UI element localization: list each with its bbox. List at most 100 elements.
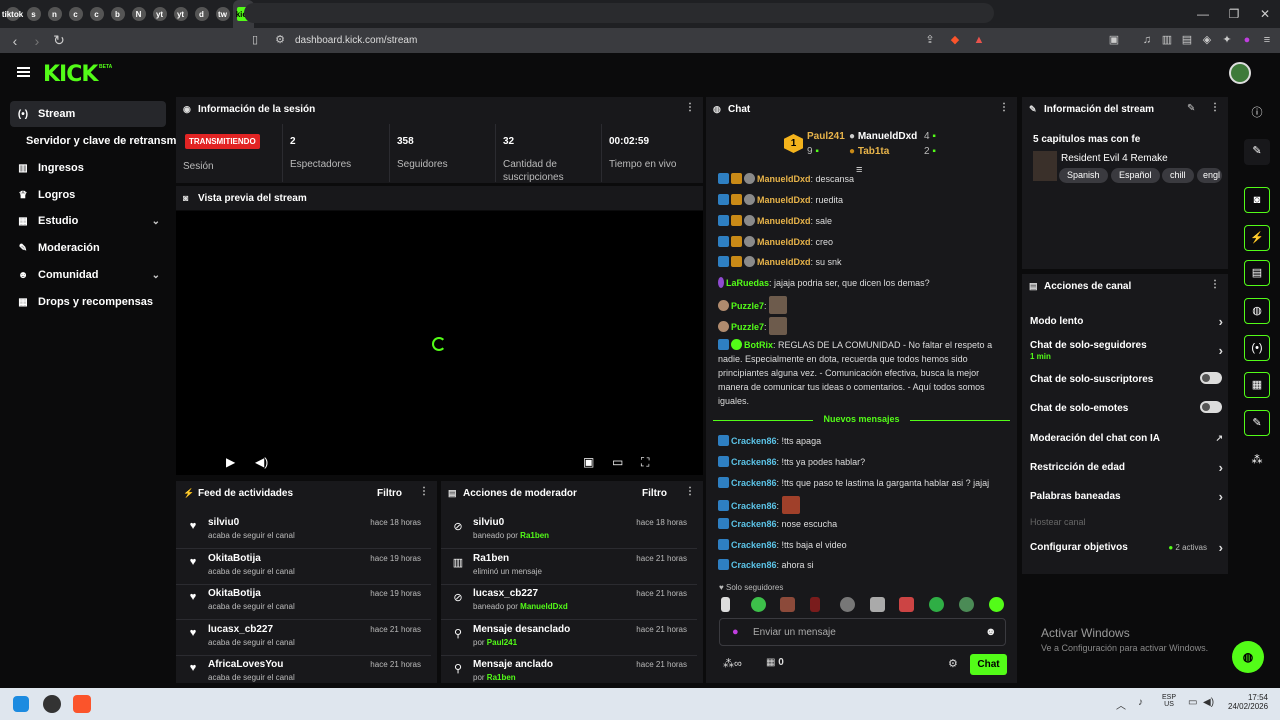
chat-message[interactable]: Puzzle7: <box>718 296 1000 314</box>
extensions-icon[interactable]: ✦ <box>1220 33 1234 47</box>
action-followers-only[interactable]: Chat de solo-seguidores › 1 min <box>1030 340 1225 361</box>
close-window-button[interactable]: ✕ <box>1250 0 1280 28</box>
pip-icon[interactable]: ▣ <box>583 455 594 469</box>
tag[interactable]: chill <box>1162 168 1194 183</box>
more-options-icon[interactable]: ⋮ <box>685 103 695 113</box>
top-chatter-name[interactable]: Paul241 <box>807 131 845 142</box>
mod-action-item[interactable]: ⚲ Mensaje anclado por Ra1ben hace 21 horas <box>441 655 697 683</box>
sidebar-item-ingresos[interactable]: ▥ Ingresos <box>10 155 166 181</box>
sidebar-toggle-icon[interactable]: ▥ <box>1160 33 1174 47</box>
mod-action-item[interactable]: ⊘ lucasx_cb227 baneado por ManueldDxd hace … <box>441 584 697 620</box>
browser-tab[interactable]: N <box>128 0 149 28</box>
maximize-button[interactable]: ❐ <box>1219 0 1249 28</box>
back-icon[interactable]: ‹ <box>4 33 26 49</box>
tray-chevron-icon[interactable]: ︿ <box>1116 697 1126 712</box>
reader-icon[interactable]: ▣ <box>1107 33 1121 47</box>
filter-button[interactable]: Filtro <box>377 488 402 499</box>
emote-icon[interactable] <box>929 597 944 612</box>
hamburger-icon[interactable] <box>17 67 30 77</box>
avatar[interactable] <box>1229 62 1251 84</box>
browser-tab[interactable]: n <box>44 0 65 28</box>
volume-tray-icon[interactable]: ◀) <box>1203 697 1214 708</box>
chat-username[interactable]: ManueldDxd <box>757 195 811 205</box>
edit-icon[interactable]: ✎ <box>1187 103 1195 114</box>
emote-icon[interactable] <box>870 597 885 612</box>
mod-action-item[interactable]: ⊘ silviu0 baneado por Ra1ben hace 18 horas <box>441 513 697 549</box>
play-icon[interactable]: ▶ <box>226 455 235 469</box>
chat-settings-icon[interactable]: ⚙ <box>948 657 958 670</box>
browser-tab[interactable]: b <box>107 0 128 28</box>
chat-message[interactable]: LaRuedas: jajaja podria ser, que dicen l… <box>718 276 1000 290</box>
chat-username[interactable]: ManueldDxd <box>757 257 811 267</box>
chat-username[interactable]: ManueldDxd <box>757 216 811 226</box>
action-slow-mode[interactable]: Modo lento › <box>1030 314 1225 329</box>
chat-username[interactable]: Puzzle7 <box>731 322 764 332</box>
filter-button[interactable]: Filtro <box>642 488 667 499</box>
chat-username[interactable]: Cracken86 <box>731 540 777 550</box>
menu-icon[interactable]: ≡ <box>1260 33 1274 47</box>
leo-icon[interactable]: ● <box>1240 33 1254 47</box>
chat-message[interactable]: ManueldDxd: ruedita <box>718 193 1000 207</box>
chat-username[interactable]: Cracken86 <box>731 501 777 511</box>
chat-username[interactable]: Puzzle7 <box>731 301 764 311</box>
emote-icon[interactable] <box>751 597 766 612</box>
session-toggle-icon[interactable]: ▤ <box>1244 260 1270 286</box>
emote-icon[interactable] <box>810 597 820 612</box>
brave-rewards-icon[interactable]: ▲ <box>972 33 986 47</box>
emote-icon[interactable] <box>721 597 730 612</box>
emote-icon[interactable] <box>959 597 974 612</box>
chat-message[interactable]: Cracken86: <box>718 496 1000 514</box>
mic-icon[interactable]: ● <box>732 626 739 638</box>
chat-message[interactable]: Cracken86: !tts ya podes hablar? <box>718 455 1000 469</box>
activity-toggle-icon[interactable]: ⚡ <box>1244 225 1270 251</box>
preview-toggle-icon[interactable]: ◙ <box>1244 187 1270 213</box>
chat-send-button[interactable]: Chat <box>970 654 1007 675</box>
toggle-switch[interactable] <box>1200 401 1222 413</box>
sidebar-item-logros[interactable]: ♛ Logros <box>10 182 166 208</box>
chat-message[interactable]: ManueldDxd: creo <box>718 235 1000 249</box>
sidebar-item-server-key[interactable]: Servidor y clave de retransm <box>10 128 178 154</box>
chat-username[interactable]: Cracken86 <box>731 457 777 467</box>
browser-tab[interactable]: tiktok <box>2 0 23 28</box>
action-ai-moderation[interactable]: Moderación del chat con IA ↗ <box>1030 433 1225 444</box>
app-icon[interactable] <box>43 695 61 713</box>
stream-preview-video[interactable] <box>176 211 703 475</box>
chat-username[interactable]: LaRuedas <box>726 278 769 288</box>
activity-item[interactable]: ♥ lucasx_cb227 acaba de seguir el canal hac… <box>176 620 431 656</box>
more-options-icon[interactable]: ⋮ <box>1210 280 1220 290</box>
action-age-restriction[interactable]: Restricción de edad › <box>1030 460 1225 475</box>
bookmark-icon[interactable]: ▯ <box>248 33 262 47</box>
infinity-points-icon[interactable]: ⁂∞ <box>723 657 742 670</box>
chat-message[interactable]: ManueldDxd: descansa <box>718 172 1000 186</box>
edit-icon[interactable]: ✎ <box>1244 139 1270 165</box>
gift-points[interactable]: ▦ 0 <box>766 657 784 668</box>
broadcast-toggle-icon[interactable]: (•) <box>1244 335 1270 361</box>
action-goals[interactable]: Configurar objetivos ● 2 activas › <box>1030 540 1225 555</box>
tag[interactable]: engl <box>1197 168 1222 183</box>
chat-message[interactable]: Cracken86: !tts baja el video <box>718 538 1000 552</box>
chat-username[interactable]: Cracken86 <box>731 560 777 570</box>
chat-username[interactable]: ManueldDxd <box>757 237 811 247</box>
emote-icon[interactable] <box>989 597 1004 612</box>
sidebar-item-estudio[interactable]: ▦ Estudio ⌄ <box>10 208 166 234</box>
fullscreen-icon[interactable]: ⛶ <box>641 455 649 470</box>
mod-action-item[interactable]: ▥ Ra1ben eliminó un mensaje hace 21 horas <box>441 549 697 585</box>
language-indicator[interactable]: ESP US <box>1162 694 1176 708</box>
share-icon[interactable]: ⇪ <box>923 33 937 47</box>
network-icon[interactable]: ▭ <box>1188 697 1197 708</box>
tag[interactable]: Español <box>1111 168 1160 183</box>
action-emotes-only[interactable]: Chat de solo-emotes <box>1030 401 1225 414</box>
action-banned-words[interactable]: Palabras baneadas › <box>1030 489 1225 504</box>
activity-item[interactable]: ♥ AfricaLovesYou acaba de seguir el canal h… <box>176 655 431 683</box>
sidebar-item-moderacion[interactable]: ✎ Moderación <box>10 235 166 261</box>
minimize-button[interactable]: — <box>1188 0 1218 28</box>
reload-icon[interactable]: ↻ <box>48 32 70 49</box>
activity-item[interactable]: ♥ silviu0 acaba de seguir el canal hace 18 … <box>176 513 431 549</box>
theater-icon[interactable]: ▭ <box>612 455 623 469</box>
windows-start-icon[interactable] <box>13 696 29 712</box>
info-icon[interactable]: ⓘ <box>1244 101 1270 127</box>
mod-toggle-icon[interactable]: ▦ <box>1244 372 1270 398</box>
volume-icon[interactable]: ◀) <box>255 455 268 469</box>
browser-tab[interactable]: yt <box>149 0 170 28</box>
music-icon[interactable]: ♫ <box>1140 33 1154 47</box>
